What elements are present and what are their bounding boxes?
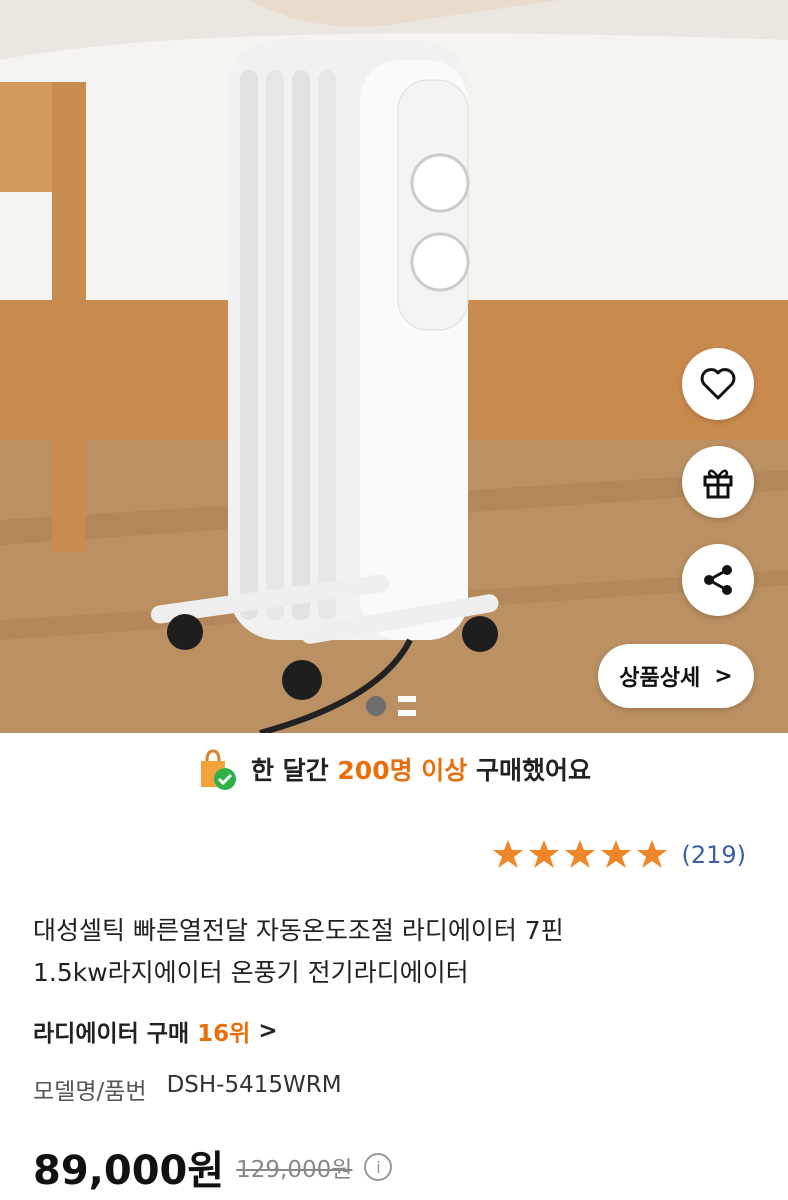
shopping-bag-check-icon xyxy=(200,749,236,790)
original-price: 129,000원 xyxy=(236,1157,353,1183)
model-number: 모델명/품번 DSH-5415WRM xyxy=(33,1072,342,1106)
info-icon[interactable]: i xyxy=(364,1153,393,1181)
review-count[interactable]: (219) xyxy=(681,841,746,869)
star-rating-icons xyxy=(493,840,668,868)
sale-price: 89,000원 xyxy=(33,1148,225,1194)
product-title: 대성셀틱 빠른열전달 자동온도조절 라디에이터 7핀 1.5kw라지에이터 온풍… xyxy=(33,910,753,994)
chevron-right-icon: > xyxy=(714,663,733,689)
product-photo xyxy=(0,0,788,733)
rank-value: 16위 xyxy=(197,1021,251,1047)
gift-button[interactable] xyxy=(682,446,754,518)
price-section: 89,000원 129,000원 i xyxy=(33,1138,393,1196)
share-icon xyxy=(704,565,732,595)
product-image[interactable]: 상품상세 > xyxy=(0,0,788,733)
model-label: 모델명/품번 xyxy=(33,1079,147,1105)
purchase-highlight: 200명 이상 xyxy=(337,756,468,785)
product-title-line1: 대성셀틱 빠른열전달 자동온도조절 라디에이터 7핀 xyxy=(33,916,564,945)
product-detail-button[interactable]: 상품상세 > xyxy=(598,644,754,708)
rank-label: 라디에이터 구매 xyxy=(33,1021,190,1047)
image-pagination xyxy=(366,696,416,716)
pause-icon[interactable] xyxy=(398,696,416,716)
heart-icon xyxy=(700,368,736,400)
purchase-banner-text: 한 달간 200명 이상 구매했어요 xyxy=(251,751,591,787)
share-button[interactable] xyxy=(682,544,754,616)
purchase-prefix: 한 달간 xyxy=(250,756,329,785)
wishlist-button[interactable] xyxy=(682,348,754,420)
model-value: DSH-5415WRM xyxy=(166,1072,342,1098)
rating[interactable]: (219) xyxy=(491,838,746,872)
purchase-banner: 한 달간 200명 이상 구매했어요 xyxy=(0,733,788,805)
product-title-line2: 1.5kw라지에이터 온풍기 전기라디에이터 xyxy=(33,958,469,987)
pagination-dot[interactable] xyxy=(366,696,386,716)
product-detail-label: 상품상세 xyxy=(619,666,701,691)
purchase-suffix: 구매했어요 xyxy=(476,756,592,785)
category-rank-link[interactable]: 라디에이터 구매 16위 > xyxy=(33,1014,278,1048)
gift-icon xyxy=(703,469,733,499)
chevron-right-icon: > xyxy=(258,1018,278,1044)
